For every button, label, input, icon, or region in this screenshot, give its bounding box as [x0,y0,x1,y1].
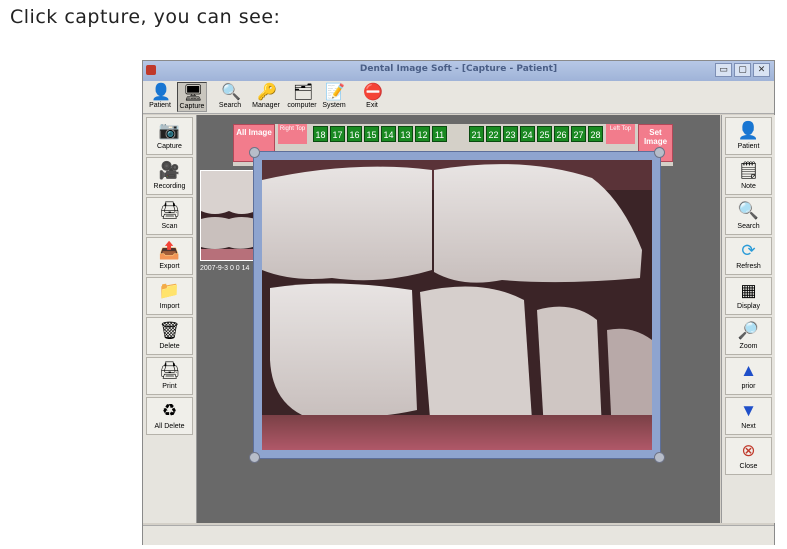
tooth-28[interactable]: 28 [588,126,603,142]
patient-icon: 👤 [151,84,171,101]
camera-icon: 📷 [158,121,181,140]
capture-icon: 🖥 [183,85,204,102]
next-button[interactable]: ▼ Next [725,397,772,435]
tooth-14[interactable]: 14 [381,126,396,142]
display-icon: ▦ [740,281,757,300]
main-toolbar: 👤 Patient 🖥 Capture 🔍 Search 🔑 Manager 🗂… [143,81,774,114]
delete-button[interactable]: 🗑 Delete [146,317,193,355]
live-video-feed[interactable] [262,160,652,450]
system-icon: 📝 [325,84,345,101]
tooth-11[interactable]: 11 [432,126,447,142]
trash-icon: 🗑 [158,321,181,340]
left-panel: 📷 Capture 🎥 Recording 🖨 Scan 📤 Export 📁 … [143,115,197,523]
tooth-25[interactable]: 25 [537,126,552,142]
status-bar [143,525,774,545]
image-thumbnail[interactable] [200,170,255,261]
scan-button[interactable]: 🖨 Scan [146,197,193,235]
maximize-button[interactable]: ▢ [734,63,751,77]
resize-handle-top-left[interactable] [249,147,260,158]
print-button[interactable]: 🖨 Print [146,357,193,395]
note-button[interactable]: 🗒 Note [725,157,772,195]
capture-button[interactable]: 📷 Capture [146,117,193,155]
close-window-button[interactable]: ✕ [753,63,770,77]
patient-icon: 👤 [737,121,760,140]
resize-handle-bottom-right[interactable] [654,452,665,463]
up-arrow-icon: ▲ [740,361,757,380]
folder-icon: 📁 [158,281,181,300]
exit-icon: ⛔ [363,84,383,101]
toolbar-manager-button[interactable]: 🔑 Manager [251,82,281,112]
instruction-caption: Click capture, you can see: [10,6,281,28]
tooth-27[interactable]: 27 [571,126,586,142]
toolbar-capture-button[interactable]: 🖥 Capture [177,82,207,112]
toolbar-computer-button[interactable]: 🗂 computer [287,82,317,112]
tooth-15[interactable]: 15 [364,126,379,142]
import-button[interactable]: 📁 Import [146,277,193,315]
tooth-12[interactable]: 12 [415,126,430,142]
export-icon: 📤 [158,241,181,260]
tooth-26[interactable]: 26 [554,126,569,142]
app-window: Dental Image Soft - [Capture - Patient] … [142,60,775,545]
display-button[interactable]: ▦ Display [725,277,772,315]
resize-handle-top-right[interactable] [654,147,665,158]
refresh-icon: ⟳ [741,241,756,260]
window-title: Dental Image Soft - [Capture - Patient] [359,64,558,74]
right-panel: 👤 Patient 🗒 Note 🔍 Search ⟳ Refresh ▦ Di… [721,115,775,523]
toolbar-patient-button[interactable]: 👤 Patient [145,82,175,112]
tooth-17[interactable]: 17 [330,126,345,142]
title-bar: Dental Image Soft - [Capture - Patient] … [143,61,774,81]
export-button[interactable]: 📤 Export [146,237,193,275]
search-icon: 🔍 [221,84,241,101]
teeth-image [262,160,652,450]
scan-icon: 🖨 [158,201,181,220]
tooth-22[interactable]: 22 [486,126,501,142]
recording-button[interactable]: 🎥 Recording [146,157,193,195]
close-icon: ⊗ [741,441,756,460]
note-icon: 🗒 [737,161,760,180]
thumbnail-date: 2007-9-3 0 0 14 [200,265,250,272]
tooth-21[interactable]: 21 [469,126,484,142]
toolbar-exit-button[interactable]: ⛔ Exit [357,82,387,112]
computer-icon: 🗂 [293,84,314,101]
tooth-18[interactable]: 18 [313,126,328,142]
tooth-13[interactable]: 13 [398,126,413,142]
tooth-24[interactable]: 24 [520,126,535,142]
recycle-bin-icon: ♻ [161,401,178,420]
down-arrow-icon: ▼ [740,401,757,420]
prior-button[interactable]: ▲ prior [725,357,772,395]
manager-icon: 🔑 [257,84,277,101]
toolbar-system-button[interactable]: 📝 System [319,82,349,112]
search-icon: 🔍 [737,201,760,220]
zoom-icon: 🔎 [737,321,760,340]
all-delete-button[interactable]: ♻ All Delete [146,397,193,435]
resize-handle-bottom-left[interactable] [249,452,260,463]
left-top-label: Left Top [606,124,635,144]
print-icon: 🖨 [158,361,181,380]
tooth-16[interactable]: 16 [347,126,362,142]
video-camera-icon: 🎥 [158,161,181,180]
tooth-23[interactable]: 23 [503,126,518,142]
toolbar-search-button[interactable]: 🔍 Search [215,82,245,112]
patient-button[interactable]: 👤 Patient [725,117,772,155]
search-button[interactable]: 🔍 Search [725,197,772,235]
refresh-button[interactable]: ⟳ Refresh [725,237,772,275]
zoom-button[interactable]: 🔎 Zoom [725,317,772,355]
minimize-button[interactable]: ▭ [715,63,732,77]
close-button[interactable]: ⊗ Close [725,437,772,475]
thumbnail-teeth-image [201,171,254,260]
right-top-label: Right Top [278,124,307,144]
capture-preview-window [249,147,665,463]
